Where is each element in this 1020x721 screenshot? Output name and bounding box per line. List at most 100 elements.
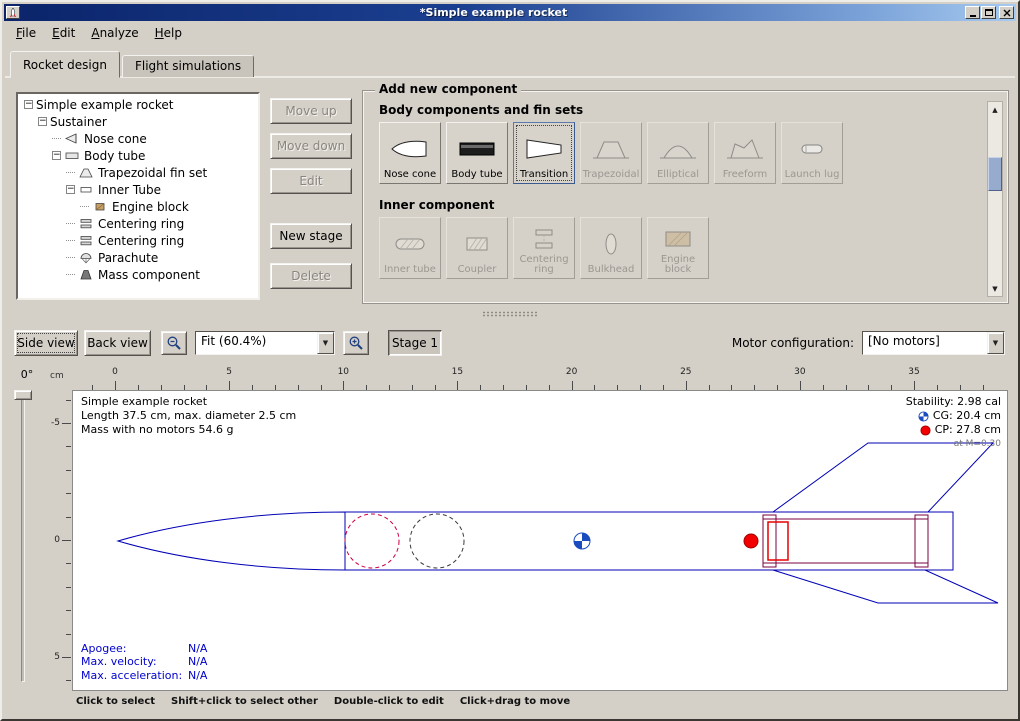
- component-button-bulkhead: Bulkhead: [580, 217, 642, 279]
- delete-button: Delete: [270, 263, 352, 289]
- tab-bar: Rocket designFlight simulations: [10, 48, 256, 77]
- zoom-dropdown-arrow-icon[interactable]: ▼: [317, 332, 334, 354]
- rotation-slider-thumb[interactable]: [14, 390, 32, 400]
- parachute-outline[interactable]: [345, 514, 399, 568]
- component-button-transition[interactable]: Transition: [513, 122, 575, 184]
- zoom-out-button[interactable]: [161, 331, 187, 355]
- new-stage-button[interactable]: New stage: [270, 223, 352, 249]
- side-view-button[interactable]: Side view: [14, 330, 78, 356]
- tree-guide: [66, 257, 75, 258]
- vertical-ruler: -505: [46, 390, 71, 691]
- stability-info: Stability: 2.98 cal CG: 20.4 cm CP: 27.8…: [906, 395, 1001, 451]
- tree-item-label: Body tube: [84, 149, 145, 163]
- rocket-canvas[interactable]: Simple example rocket Length 37.5 cm, ma…: [72, 390, 1008, 691]
- add-component-title: Add new component: [375, 82, 521, 96]
- component-button-nose-cone[interactable]: Nose cone: [379, 122, 441, 184]
- component-button-elliptical: Elliptical: [647, 122, 709, 184]
- tree-expander-icon[interactable]: −: [38, 117, 47, 126]
- tab-flight-simulations[interactable]: Flight simulations: [122, 55, 254, 77]
- fin-bottom-outline[interactable]: [773, 570, 998, 603]
- mach-condition: at M=0.30: [906, 437, 1001, 451]
- cp-legend-icon: [920, 425, 931, 436]
- splitter-handle[interactable]: [4, 308, 1016, 320]
- tree-guide: [66, 274, 75, 275]
- coupler-icon: [457, 222, 497, 265]
- app-icon[interactable]: [6, 6, 20, 19]
- motor-dropdown-arrow-icon[interactable]: ▼: [987, 332, 1004, 354]
- tab-rocket-design[interactable]: Rocket design: [10, 51, 120, 78]
- centering-ring-fore-outline[interactable]: [763, 515, 776, 567]
- tree-item-simple-example-rocket[interactable]: −Simple example rocket: [20, 96, 258, 113]
- maximize-button[interactable]: [981, 6, 996, 19]
- magnifier-plus-icon: [348, 335, 364, 351]
- scrollbar-thumb[interactable]: [988, 157, 1002, 191]
- component-button-trapezoidal: Trapezoidal: [580, 122, 642, 184]
- component-button-body-tube[interactable]: Body tube: [446, 122, 508, 184]
- component-button-centering-ring: Centering ring: [513, 217, 575, 279]
- rotation-slider-track[interactable]: [21, 392, 25, 682]
- status-hint: Click+drag to move: [460, 696, 570, 707]
- tree-item-engine-block[interactable]: Engine block: [20, 198, 258, 215]
- close-button[interactable]: [999, 6, 1014, 19]
- engine-block-outline[interactable]: [768, 522, 788, 560]
- title-bar[interactable]: *Simple example rocket: [4, 4, 1016, 21]
- v-ruler-tick: [66, 563, 71, 564]
- zoom-select[interactable]: Fit (60.4%) ▼: [195, 331, 335, 355]
- cp-value: CP: 27.8 cm: [935, 423, 1001, 437]
- v-ruler-tick: [62, 657, 71, 658]
- trapezoidal-icon: [591, 127, 631, 170]
- scroll-up-button[interactable]: ▲: [988, 102, 1002, 117]
- fin-top-outline[interactable]: [773, 443, 993, 512]
- bodytube-icon: [457, 127, 497, 170]
- mass-component-outline[interactable]: [410, 514, 464, 568]
- menu-file[interactable]: File: [8, 23, 44, 43]
- h-ruler-label: 30: [794, 367, 805, 377]
- component-button-label: Freeform: [723, 170, 768, 180]
- menu-analyze[interactable]: Analyze: [83, 23, 146, 43]
- nose-cone-outline[interactable]: [118, 512, 345, 570]
- h-ruler-tick: [115, 381, 116, 390]
- component-scrollbar[interactable]: ▲ ▼: [987, 101, 1003, 297]
- cp-marker[interactable]: [744, 534, 758, 548]
- tree-expander-icon[interactable]: −: [52, 151, 61, 160]
- tree-expander-icon[interactable]: −: [66, 185, 75, 194]
- menu-help[interactable]: Help: [147, 23, 190, 43]
- minimize-button[interactable]: [965, 6, 980, 19]
- component-button-label: Bulkhead: [588, 265, 635, 275]
- tree-item-trapezoidal-fin-set[interactable]: Trapezoidal fin set: [20, 164, 258, 181]
- nosecone-icon: [390, 127, 430, 170]
- zoom-in-button[interactable]: [343, 331, 369, 355]
- v-ruler-label: 0: [54, 535, 60, 545]
- tree-guide: [52, 138, 61, 139]
- engineblock-icon: [92, 200, 108, 214]
- scroll-down-button[interactable]: ▼: [988, 281, 1002, 296]
- menu-edit[interactable]: Edit: [44, 23, 83, 43]
- component-button-label: Inner tube: [384, 265, 436, 275]
- tree-item-centering-ring[interactable]: Centering ring: [20, 215, 258, 232]
- tree-item-inner-tube[interactable]: −Inner Tube: [20, 181, 258, 198]
- motor-configuration-select[interactable]: [No motors] ▼: [862, 331, 1005, 355]
- tree-item-label: Parachute: [98, 251, 158, 265]
- transition-icon: [524, 127, 564, 170]
- v-ruler-tick: [66, 634, 71, 635]
- tree-expander-icon[interactable]: −: [24, 100, 33, 109]
- v-ruler-tick: [66, 587, 71, 588]
- innertube-icon: [78, 183, 94, 197]
- tree-item-body-tube[interactable]: − Body tube: [20, 147, 258, 164]
- tree-item-centering-ring[interactable]: Centering ring: [20, 232, 258, 249]
- section-label-body-components-and-fin-sets: Body components and fin sets: [379, 103, 1008, 117]
- tree-item-label: Engine block: [112, 200, 189, 214]
- stage-1-toggle[interactable]: Stage 1: [388, 330, 442, 356]
- back-view-button[interactable]: Back view: [84, 330, 151, 356]
- tree-item-mass-component[interactable]: Mass component: [20, 266, 258, 283]
- v-ruler-tick: [62, 540, 71, 541]
- rocket-mass: Mass with no motors 54.6 g: [81, 423, 296, 437]
- centering-ring-aft-outline[interactable]: [915, 515, 928, 567]
- component-button-label: Body tube: [451, 170, 502, 180]
- tree-item-parachute[interactable]: Parachute: [20, 249, 258, 266]
- cg-marker[interactable]: [574, 533, 590, 549]
- h-ruler-tick: [914, 381, 915, 390]
- body-tube-outline[interactable]: [345, 512, 953, 570]
- tree-item-nose-cone[interactable]: Nose cone: [20, 130, 258, 147]
- tree-item-sustainer[interactable]: −Sustainer: [20, 113, 258, 130]
